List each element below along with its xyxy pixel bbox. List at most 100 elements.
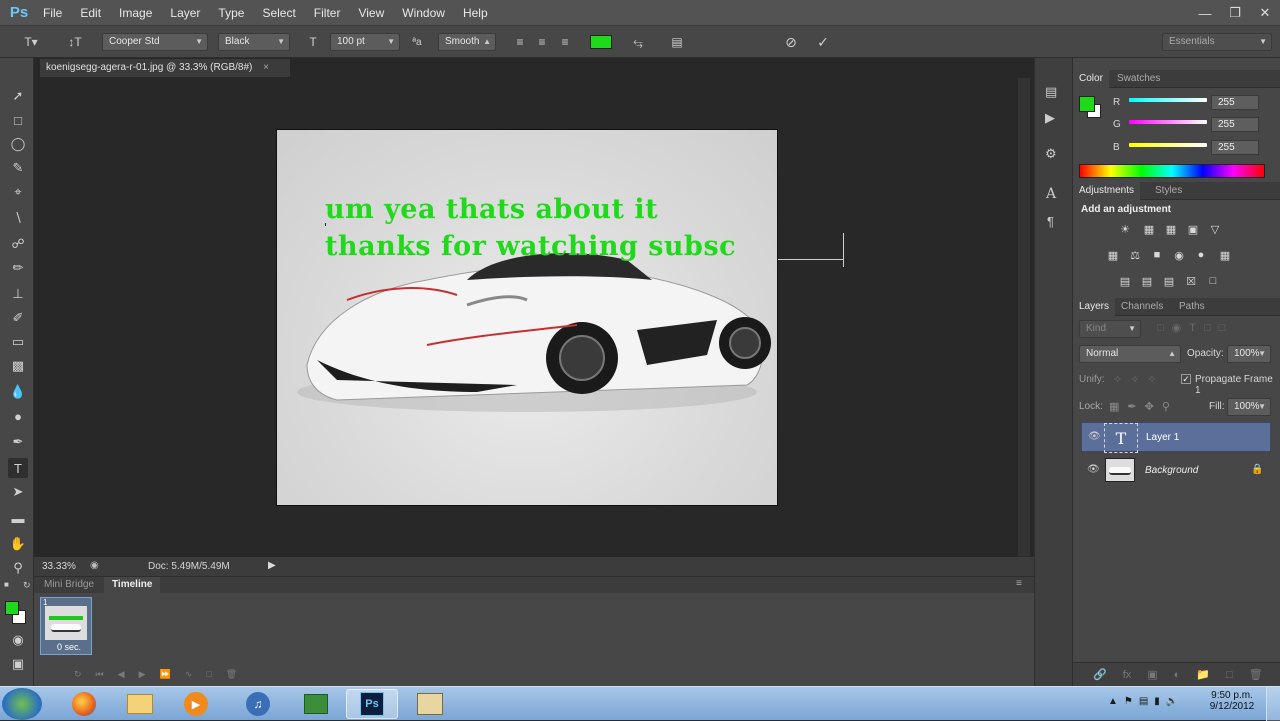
delete-layer-icon[interactable]: 🗑 <box>1249 668 1263 681</box>
dodge-tool-icon[interactable]: ● <box>8 406 28 426</box>
menu-type[interactable]: Type <box>209 0 253 26</box>
text-color-swatch[interactable] <box>590 35 612 49</box>
align-right-icon[interactable]: ≡ <box>556 34 574 50</box>
quick-selection-tool-icon[interactable]: ✎ <box>8 158 28 178</box>
document-tab[interactable]: koenigsegg-agera-r-01.jpg @ 33.3% (RGB/8… <box>40 59 290 77</box>
channel-mixer-icon[interactable]: ● <box>1193 248 1209 262</box>
unify-icons[interactable]: ✧✧✧ <box>1113 373 1165 386</box>
hand-tool-icon[interactable]: ✋ <box>8 534 28 554</box>
crop-tool-icon[interactable]: ⌖ <box>8 182 28 202</box>
invert-icon[interactable]: ▤ <box>1117 274 1133 288</box>
align-left-icon[interactable]: ≡ <box>511 34 529 50</box>
hue-saturation-icon[interactable]: ▦ <box>1105 248 1121 262</box>
tab-styles[interactable]: Styles <box>1149 182 1188 200</box>
toggle-text-orientation-icon[interactable]: ↕T <box>66 34 84 50</box>
next-frame-icon[interactable]: ⏩ <box>160 669 171 683</box>
new-frame-icon[interactable]: □ <box>206 669 211 683</box>
posterize-icon[interactable]: ▤ <box>1139 274 1155 288</box>
taskbar-app-green[interactable] <box>290 689 342 719</box>
zoom-level[interactable]: 33.33% <box>42 561 76 572</box>
taskbar-firefox[interactable] <box>58 689 110 719</box>
menu-file[interactable]: File <box>34 0 71 26</box>
layer-row-layer-1[interactable]: 👁 T Layer 1 <box>1081 422 1271 453</box>
layer-filter-icons[interactable]: □◉T□□ <box>1157 321 1233 334</box>
text-layer-line-1[interactable]: um yea thats about it <box>325 194 658 225</box>
menu-select[interactable]: Select <box>253 0 304 26</box>
frame-delay[interactable]: 0 sec. <box>57 642 81 652</box>
character-panel-icon[interactable]: ▤ <box>668 34 686 50</box>
character-panel-icon-dock[interactable]: A <box>1046 186 1056 202</box>
text-layer-line-2[interactable]: thanks for watching subsc <box>325 231 736 262</box>
warp-text-icon[interactable]: ⥃ <box>629 34 647 50</box>
loop-icon[interactable]: ↻ <box>74 669 82 683</box>
blue-value[interactable]: 255 <box>1211 140 1259 155</box>
font-style-select[interactable]: Black ▼ <box>218 33 290 51</box>
vertical-scrollbar[interactable] <box>1018 78 1030 556</box>
tab-paths[interactable]: Paths <box>1173 298 1211 316</box>
status-info-icon[interactable]: ◉ <box>90 560 99 571</box>
black-white-icon[interactable]: ■ <box>1149 248 1165 262</box>
tab-mini-bridge[interactable]: Mini Bridge <box>38 577 100 593</box>
green-value[interactable]: 255 <box>1211 117 1259 132</box>
gradient-map-icon[interactable]: □ <box>1205 274 1221 288</box>
color-panel-foreground-swatch[interactable] <box>1079 96 1095 112</box>
workspace-select[interactable]: Essentials ▼ <box>1162 33 1272 51</box>
blend-mode-select[interactable]: Normal ▲ <box>1079 345 1181 363</box>
rectangle-tool-icon[interactable]: ▬ <box>8 508 28 528</box>
threshold-icon[interactable]: ▤ <box>1161 274 1177 288</box>
curves-icon[interactable]: ▦ <box>1163 222 1179 236</box>
brush-tool-icon[interactable]: ✏ <box>8 258 28 278</box>
eraser-tool-icon[interactable]: ▭ <box>8 332 28 352</box>
layer-name[interactable]: Background <box>1145 465 1198 476</box>
screen-mode-icon[interactable]: ▣ <box>8 654 28 674</box>
show-desktop-button[interactable] <box>1266 687 1280 721</box>
layer-mask-icon[interactable]: ▣ <box>1147 668 1157 681</box>
align-center-icon[interactable]: ≡ <box>533 34 551 50</box>
new-layer-icon[interactable]: □ <box>1226 669 1233 681</box>
fill-field[interactable]: 100% ▼ <box>1227 398 1271 416</box>
propagate-checkbox[interactable]: ✓ <box>1181 374 1191 384</box>
tween-icon[interactable]: ∿ <box>185 669 193 683</box>
tab-color[interactable]: Color <box>1073 70 1109 88</box>
taskbar-media-player[interactable]: ▶ <box>170 689 222 719</box>
lasso-tool-icon[interactable]: ◯ <box>8 134 28 154</box>
foreground-color-swatch[interactable] <box>5 601 19 615</box>
blue-slider[interactable] <box>1129 143 1207 147</box>
menu-edit[interactable]: Edit <box>71 0 110 26</box>
healing-brush-tool-icon[interactable]: ☍ <box>8 234 28 254</box>
actions-panel-icon[interactable]: ▶ <box>1045 110 1055 126</box>
first-frame-icon[interactable]: ⏮ <box>96 669 104 683</box>
cancel-edits-icon[interactable]: ⊘ <box>782 34 800 50</box>
taskbar-app-recorder[interactable] <box>404 689 456 719</box>
quick-mask-icon[interactable]: ◉ <box>8 630 28 650</box>
prev-frame-icon[interactable]: ◀ <box>118 669 125 683</box>
play-icon[interactable]: ▶ <box>139 669 146 683</box>
photo-filter-icon[interactable]: ◉ <box>1171 248 1187 262</box>
green-slider[interactable] <box>1129 120 1207 124</box>
start-button[interactable] <box>2 688 42 720</box>
font-size-select[interactable]: 100 pt ▼ <box>330 33 400 51</box>
taskbar-photoshop[interactable]: Ps <box>346 689 398 719</box>
tab-layers[interactable]: Layers <box>1073 298 1116 316</box>
menu-image[interactable]: Image <box>110 0 161 26</box>
path-selection-tool-icon[interactable]: ➤ <box>8 482 28 502</box>
clone-stamp-tool-icon[interactable]: ⊥ <box>8 284 28 304</box>
selective-color-icon[interactable]: ☒ <box>1183 274 1199 288</box>
menu-window[interactable]: Window <box>393 0 454 26</box>
clock[interactable]: 9:50 p.m. 9/12/2012 <box>1204 690 1260 712</box>
adjustment-layer-icon[interactable]: ◐ <box>1174 669 1181 681</box>
system-tray-icons[interactable]: ▲⚑▤▮🔊 <box>1108 696 1184 707</box>
tab-timeline[interactable]: Timeline <box>104 577 161 593</box>
tab-swatches[interactable]: Swatches <box>1111 70 1166 88</box>
minimize-button[interactable]: — <box>1190 0 1220 26</box>
levels-icon[interactable]: ▦ <box>1141 222 1157 236</box>
layer-row-background[interactable]: 👁 Background 🔒 <box>1081 456 1271 486</box>
taskbar-itunes[interactable]: ♫ <box>232 689 284 719</box>
tab-adjustments[interactable]: Adjustments <box>1073 182 1141 200</box>
lock-icons[interactable]: ▦✒✥⚲ <box>1109 400 1178 413</box>
menu-filter[interactable]: Filter <box>305 0 350 26</box>
move-tool-icon[interactable]: ➚ <box>8 86 28 106</box>
blur-tool-icon[interactable]: 💧 <box>8 382 28 402</box>
close-tab-icon[interactable]: × <box>263 62 269 73</box>
timeline-frame[interactable]: 1 0 sec. <box>40 597 92 655</box>
